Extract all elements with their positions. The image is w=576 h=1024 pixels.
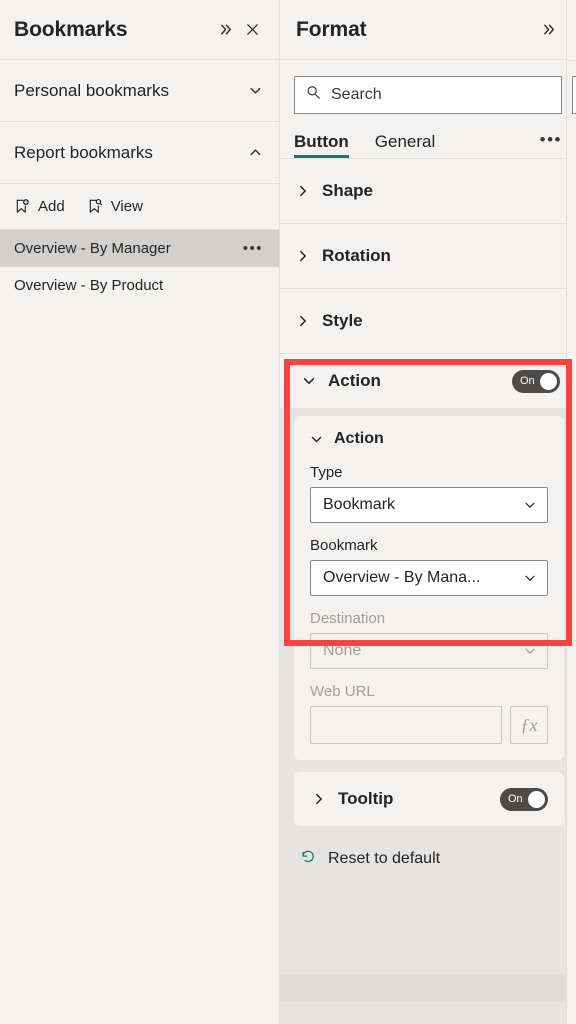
action-subcard-header[interactable]: Action [310,430,548,448]
personal-bookmarks-label: Personal bookmarks [14,80,169,100]
chevron-up-icon [248,145,263,160]
tooltip-toggle-state-label: On [508,793,523,805]
bookmarks-header: Bookmarks [0,0,279,60]
chevron-down-icon [302,374,316,388]
bookmark-item-label: Overview - By Manager [14,240,171,257]
destination-dropdown-value: None [323,642,362,659]
sliver-search-input [572,76,576,114]
accordion-shape[interactable]: Shape [280,159,576,224]
bookmark-item-overflow-icon[interactable]: ••• [243,240,267,257]
sliver-divider [567,60,576,61]
chevron-right-icon [296,314,310,328]
tab-general[interactable]: General [375,132,435,158]
search-icon [305,84,322,106]
reset-to-default-label: Reset to default [328,850,441,867]
accordion-style[interactable]: Style [280,289,576,354]
action-section-label: Action [328,371,381,390]
chevron-down-icon [523,571,537,585]
accordion-rotation-label: Rotation [322,246,391,265]
adjacent-panel-sliver [566,0,576,1024]
action-toggle[interactable]: On [512,369,560,393]
action-section: Action On Action Type Bookmark Bookmark … [280,354,576,760]
destination-field-label: Destination [310,610,386,627]
view-bookmark-button[interactable]: View [87,198,143,215]
chevron-down-icon [523,644,537,658]
bookmark-dropdown[interactable]: Overview - By Mana... [310,560,548,596]
web-url-field-label: Web URL [310,683,375,700]
tooltip-toggle[interactable]: On [500,787,548,811]
format-search-container: Search [280,60,576,114]
action-subcard-label: Action [334,430,384,447]
toggle-knob [528,790,545,808]
action-section-header[interactable]: Action On [280,354,576,408]
close-icon[interactable] [239,17,265,43]
bookmark-field-label: Bookmark [310,537,378,554]
tabs-overflow-icon[interactable]: ••• [540,130,562,158]
bookmark-add-icon [14,198,31,215]
fx-button: ƒx [510,706,548,744]
type-dropdown-value: Bookmark [323,496,396,513]
bookmark-view-icon [87,198,104,215]
tab-button[interactable]: Button [294,132,349,158]
tooltip-section[interactable]: Tooltip On [294,772,564,826]
bookmark-list-item-overview-by-manager[interactable]: Overview - By Manager ••• [0,230,279,267]
bookmarks-toolbar: Add View [0,184,279,230]
bottom-scroll-band [280,974,576,1002]
web-url-input [310,706,502,744]
view-bookmark-label: View [110,198,143,215]
report-bookmarks-section[interactable]: Report bookmarks [0,122,279,184]
chevron-down-icon [248,83,263,98]
bookmarks-pane: Bookmarks Personal bookmarks Report book… [0,0,280,1024]
power-bi-panels: Bookmarks Personal bookmarks Report book… [0,0,576,1024]
web-url-row: ƒx [310,706,548,744]
destination-dropdown: None [310,633,548,669]
chevron-down-icon [310,433,323,446]
format-header: Format [280,0,576,60]
double-chevron-right-icon[interactable] [213,17,239,43]
tooltip-section-label: Tooltip [338,789,394,808]
bookmarks-list: Overview - By Manager ••• Overview - By … [0,230,279,304]
double-chevron-right-icon[interactable] [536,17,562,43]
format-pane: Format Search Button General ••• Shape R… [280,0,576,1024]
search-input[interactable]: Search [294,76,562,114]
chevron-down-icon [523,498,537,512]
format-title: Format [296,17,367,41]
toggle-knob [540,372,557,390]
chevron-right-icon [312,792,326,806]
type-field-label: Type [310,464,343,481]
bookmarks-title: Bookmarks [14,17,128,41]
chevron-right-icon [296,184,310,198]
add-bookmark-label: Add [38,198,65,215]
format-tabs: Button General ••• [280,114,576,159]
reset-to-default-button[interactable]: Reset to default [280,826,576,870]
bookmark-item-label: Overview - By Product [14,277,164,294]
bookmark-dropdown-value: Overview - By Mana... [323,569,481,586]
bookmark-list-item-overview-by-product[interactable]: Overview - By Product [0,267,279,304]
reset-undo-icon [300,848,317,870]
action-subcard: Action Type Bookmark Bookmark Overview -… [294,416,564,760]
chevron-right-icon [296,249,310,263]
add-bookmark-button[interactable]: Add [14,198,65,215]
accordion-style-label: Style [322,311,363,330]
format-sections-scroll: Shape Rotation Style Action On Action Ty… [280,159,576,1024]
report-bookmarks-label: Report bookmarks [14,142,153,162]
action-toggle-state-label: On [520,375,535,387]
accordion-rotation[interactable]: Rotation [280,224,576,289]
accordion-shape-label: Shape [322,181,374,200]
personal-bookmarks-section[interactable]: Personal bookmarks [0,60,279,122]
search-placeholder: Search [331,86,382,103]
type-dropdown[interactable]: Bookmark [310,487,548,523]
